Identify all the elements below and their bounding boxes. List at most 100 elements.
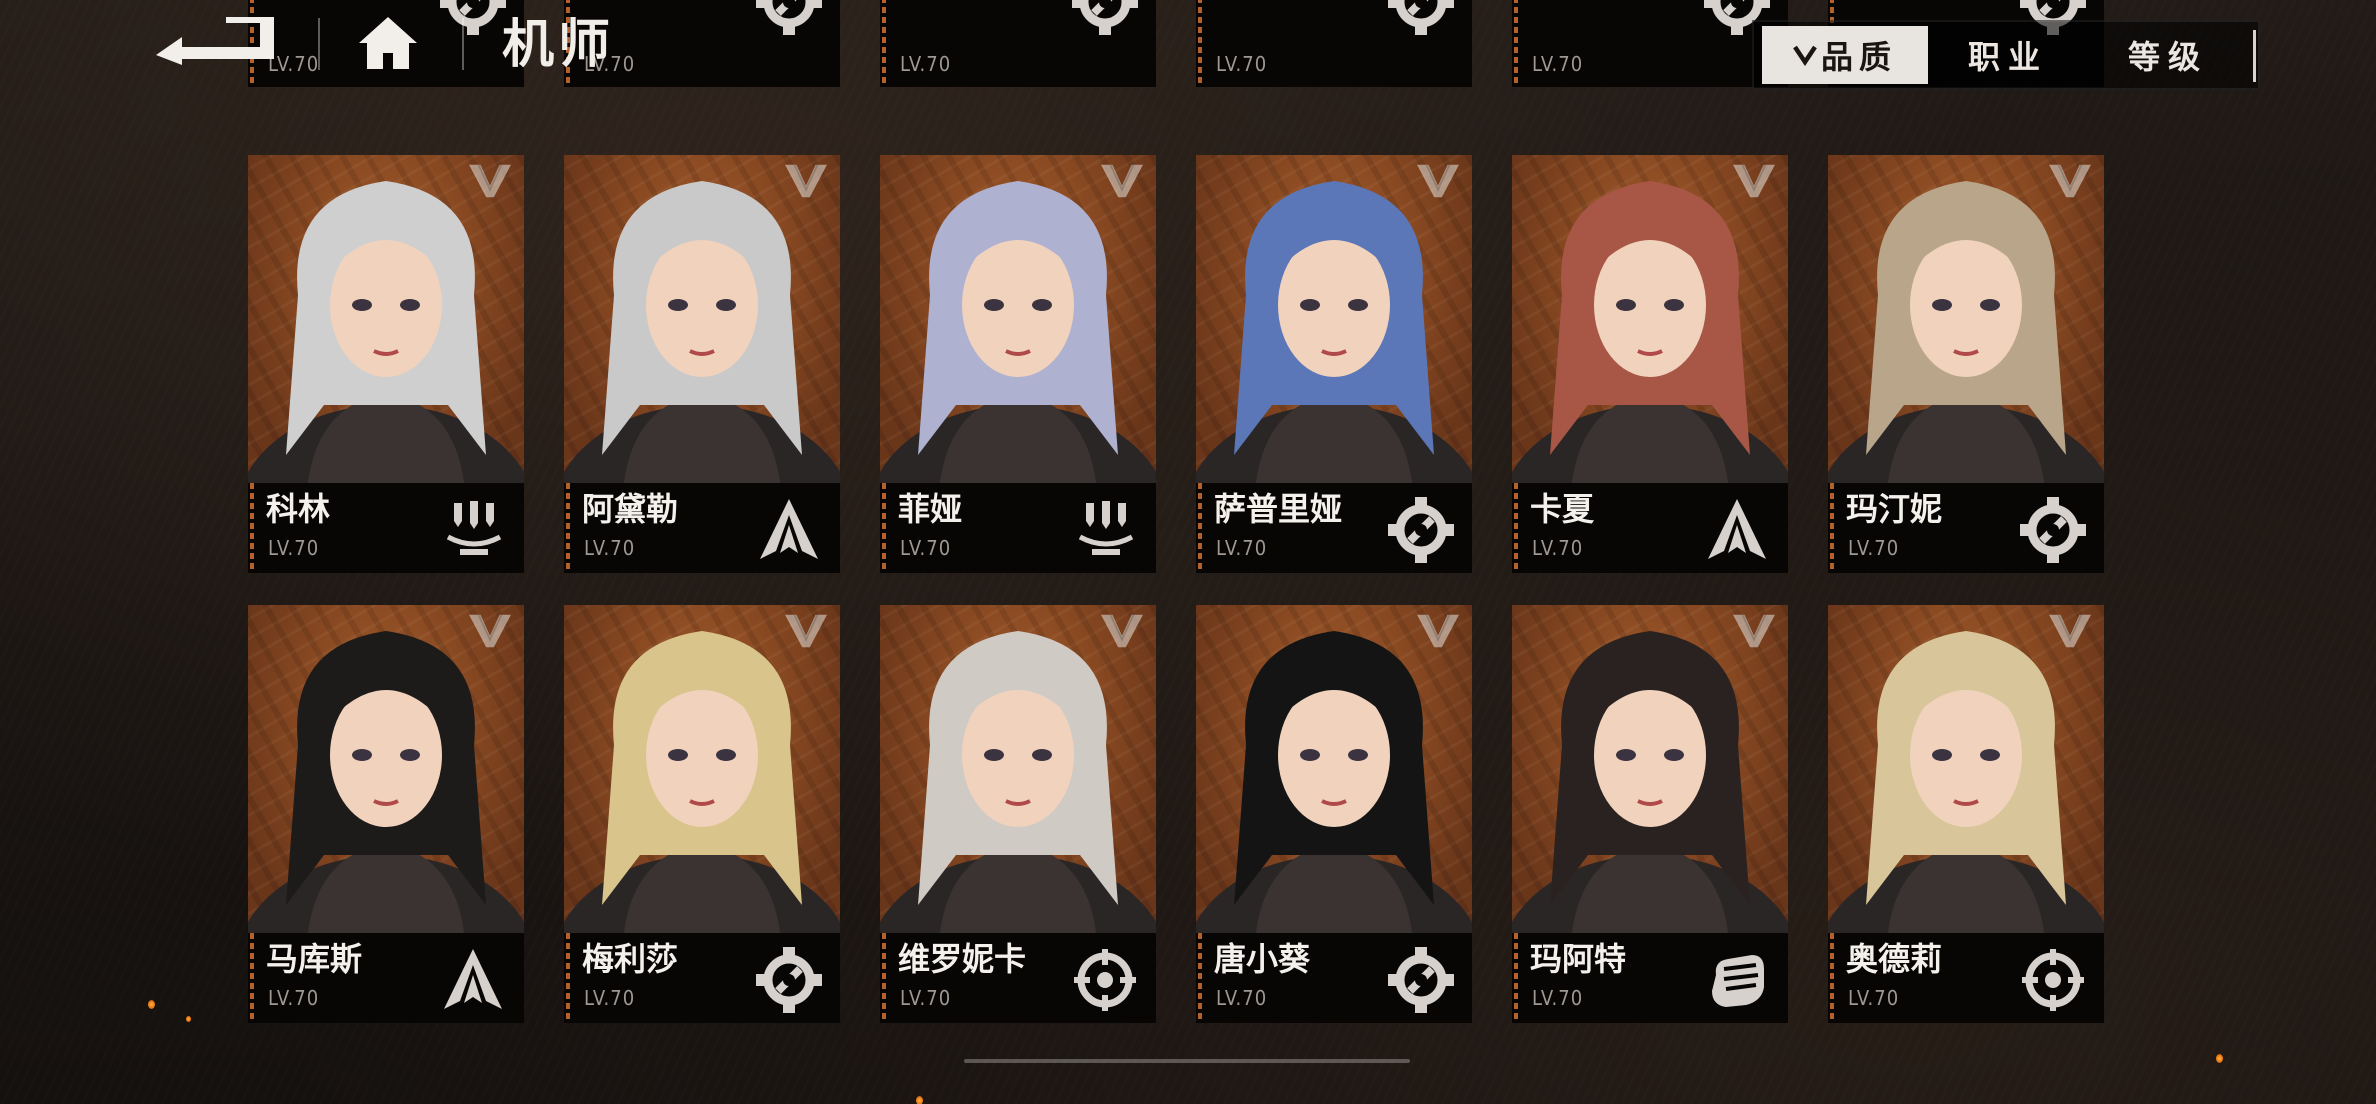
- rank-emblem-icon: [1417, 614, 1459, 648]
- portrait: [880, 155, 1156, 483]
- pilot-card[interactable]: 玛阿特 LV.70: [1512, 605, 1788, 1023]
- pilot-roster-screen: 机师 品质 职业 等级 LV.70 LV.70 LV.70 LV.70 LV.7…: [0, 0, 2376, 1104]
- portrait: [564, 155, 840, 483]
- ember-particle: [916, 1096, 923, 1104]
- pilot-name: 奥德莉: [1846, 940, 1943, 978]
- wrench-gear-icon: [1388, 947, 1454, 1013]
- pilot-card[interactable]: 维罗妮卡 LV.70: [880, 605, 1156, 1023]
- pilot-name: 梅利莎: [582, 940, 679, 978]
- pilot-card[interactable]: 卡夏 LV.70: [1512, 155, 1788, 573]
- pilot-name: 玛阿特: [1530, 940, 1627, 978]
- portrait-figure: [880, 631, 1156, 933]
- card-info-bar: 奥德莉 LV.70: [1828, 933, 2104, 1023]
- portrait: [1196, 155, 1472, 483]
- portrait: [564, 605, 840, 933]
- page-title: 机师: [502, 15, 615, 75]
- card-info-bar: 唐小葵 LV.70: [1196, 933, 1472, 1023]
- pilot-level: LV.70: [584, 536, 636, 560]
- pilot-level: LV.70: [1848, 536, 1900, 560]
- portrait: [1828, 605, 2104, 933]
- tab-label: 品质: [1820, 38, 1897, 76]
- arrowhead-icon: [1708, 499, 1766, 559]
- pilot-name: 唐小葵: [1214, 940, 1311, 978]
- card-info-bar: 阿黛勒 LV.70: [564, 483, 840, 573]
- crosshair-icon: [2022, 949, 2084, 1011]
- portrait-figure: [1512, 181, 1788, 483]
- pilot-grid: LV.70 LV.70 LV.70 LV.70 LV.70 科林 LV.70 阿…: [248, 0, 2128, 1030]
- card-info-bar: 菲娅 LV.70: [880, 483, 1156, 573]
- pilot-card[interactable]: 奥德莉 LV.70: [1828, 605, 2104, 1023]
- wrench-gear-icon: [756, 947, 822, 1013]
- pilot-level: LV.70: [900, 986, 952, 1010]
- pilot-card[interactable]: 科林 LV.70: [248, 155, 524, 573]
- rank-emblem-icon: [785, 164, 827, 198]
- top-bar: 机师 品质 职业 等级: [0, 0, 2376, 90]
- pilot-card[interactable]: 菲娅 LV.70: [880, 155, 1156, 573]
- ember-particle: [2216, 1054, 2223, 1063]
- portrait: [1512, 155, 1788, 483]
- pilot-name: 菲娅: [898, 490, 963, 528]
- portrait-figure: [1828, 631, 2104, 933]
- card-info-bar: 玛阿特 LV.70: [1512, 933, 1788, 1023]
- pilot-level: LV.70: [900, 536, 952, 560]
- tab-label: 职业: [1967, 38, 2048, 76]
- portrait: [248, 155, 524, 483]
- chevron-down-icon: [1793, 45, 1817, 66]
- back-button[interactable]: [150, 14, 282, 70]
- back-arrow-icon: [156, 17, 274, 65]
- rank-emblem-icon: [1733, 614, 1775, 648]
- card-info-bar: 马库斯 LV.70: [248, 933, 524, 1023]
- pilot-level: LV.70: [1216, 986, 1268, 1010]
- portrait-figure: [1196, 631, 1472, 933]
- card-info-bar: 卡夏 LV.70: [1512, 483, 1788, 573]
- card-info-bar: 玛汀妮 LV.70: [1828, 483, 2104, 573]
- pilot-level: LV.70: [1532, 986, 1584, 1010]
- horizontal-scrollbar[interactable]: [964, 1059, 1410, 1063]
- rank-emblem-icon: [469, 164, 511, 198]
- portrait-figure: [564, 631, 840, 933]
- card-info-bar: 维罗妮卡 LV.70: [880, 933, 1156, 1023]
- header-divider: [462, 18, 464, 70]
- rank-emblem-icon: [2049, 614, 2091, 648]
- pilot-name: 阿黛勒: [582, 490, 679, 528]
- pilot-level: LV.70: [268, 986, 320, 1010]
- pilot-level: LV.70: [1848, 986, 1900, 1010]
- portrait-figure: [564, 181, 840, 483]
- card-info-bar: 科林 LV.70: [248, 483, 524, 573]
- pilot-card[interactable]: 唐小葵 LV.70: [1196, 605, 1472, 1023]
- home-button[interactable]: [352, 12, 424, 74]
- pilot-card[interactable]: 玛汀妮 LV.70: [1828, 155, 2104, 573]
- pilot-level: LV.70: [1532, 536, 1584, 560]
- ember-particle: [186, 1016, 191, 1022]
- pilot-card[interactable]: 阿黛勒 LV.70: [564, 155, 840, 573]
- rank-emblem-icon: [1101, 614, 1143, 648]
- pilot-card[interactable]: 梅利莎 LV.70: [564, 605, 840, 1023]
- pilot-name: 萨普里娅: [1214, 490, 1343, 528]
- wrench-gear-icon: [1388, 497, 1454, 563]
- tab-label: 等级: [2127, 38, 2208, 76]
- missile-pod-icon: [1078, 501, 1134, 555]
- tab-quality[interactable]: 品质: [1762, 26, 1928, 84]
- portrait-figure: [1196, 181, 1472, 483]
- pilot-name: 玛汀妮: [1846, 490, 1943, 528]
- fist-icon: [1712, 955, 1764, 1007]
- portrait: [1828, 155, 2104, 483]
- pilot-card[interactable]: 萨普里娅 LV.70: [1196, 155, 1472, 573]
- tab-level[interactable]: 等级: [2088, 26, 2248, 84]
- pilot-card[interactable]: 马库斯 LV.70: [248, 605, 524, 1023]
- sort-tabs: 品质 职业 等级: [1752, 20, 2260, 90]
- pilot-level: LV.70: [268, 536, 320, 560]
- rank-emblem-icon: [785, 614, 827, 648]
- wrench-gear-icon: [2020, 497, 2086, 563]
- pilot-level: LV.70: [1216, 536, 1268, 560]
- ember-particle: [148, 1000, 155, 1009]
- rank-emblem-icon: [469, 614, 511, 648]
- portrait: [248, 605, 524, 933]
- portrait-figure: [248, 631, 524, 933]
- card-info-bar: 梅利莎 LV.70: [564, 933, 840, 1023]
- tab-class[interactable]: 职业: [1928, 26, 2088, 84]
- portrait: [1196, 605, 1472, 933]
- portrait-figure: [248, 181, 524, 483]
- portrait-figure: [880, 181, 1156, 483]
- rank-emblem-icon: [2049, 164, 2091, 198]
